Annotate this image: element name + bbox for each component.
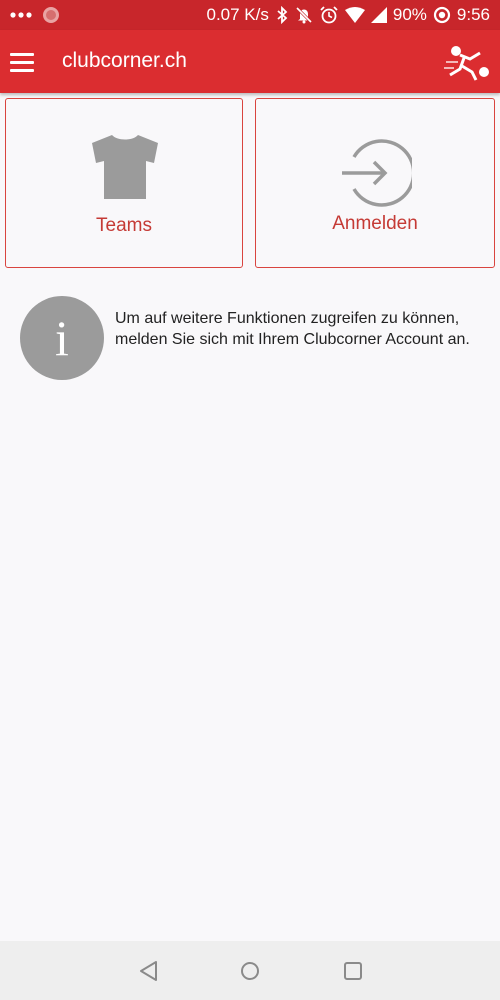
app-bar: clubcorner.ch — [0, 30, 500, 93]
status-right: 0.07 K/s 90% 9:56 — [206, 5, 490, 25]
app-title: clubcorner.ch — [62, 49, 187, 72]
teams-label: Teams — [96, 215, 152, 236]
menu-icon[interactable] — [10, 47, 40, 77]
bluetooth-icon — [277, 6, 288, 24]
status-bar: 0.07 K/s 90% 9:56 — [0, 0, 500, 30]
alarm-icon — [320, 6, 338, 24]
login-label: Anmelden — [332, 213, 418, 234]
battery-percent: 90% — [392, 5, 427, 24]
notifications-off-icon — [295, 6, 312, 24]
home-icon[interactable] — [237, 958, 263, 984]
teams-tile[interactable]: Teams — [5, 98, 243, 268]
recents-icon[interactable] — [340, 958, 366, 984]
wifi-icon — [344, 7, 365, 23]
network-speed: 0.07 K/s — [206, 5, 269, 24]
info-icon: i — [20, 296, 104, 380]
tshirt-icon — [92, 135, 158, 199]
login-icon — [342, 139, 412, 207]
back-icon[interactable] — [136, 958, 162, 984]
data-saver-icon — [433, 6, 451, 24]
status-left — [10, 6, 60, 24]
login-tile[interactable]: Anmelden — [255, 98, 495, 268]
navigation-bar — [0, 941, 500, 1000]
info-text: Um auf weitere Funktionen zugreifen zu k… — [115, 310, 470, 348]
cellular-signal-icon — [370, 7, 387, 23]
clock: 9:56 — [456, 5, 490, 24]
app-notification-icon — [43, 7, 59, 23]
more-notifications-icon — [10, 12, 32, 18]
sfv-logo[interactable] — [440, 42, 492, 82]
